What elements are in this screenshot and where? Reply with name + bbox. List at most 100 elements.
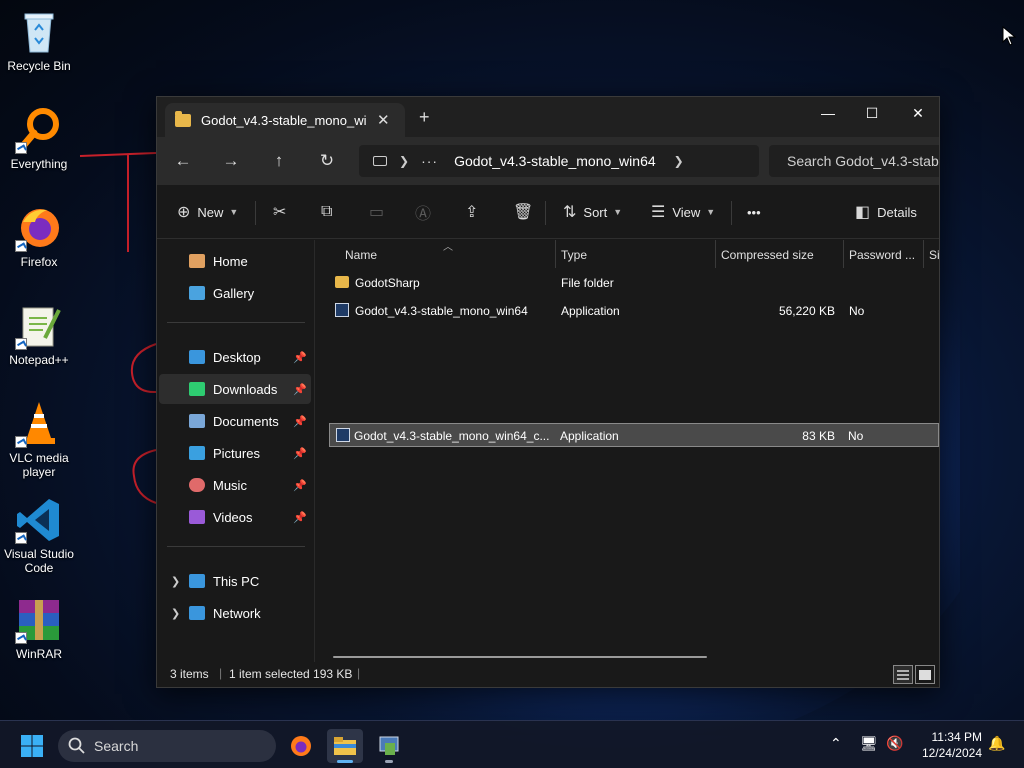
taskbar-app-button[interactable]: [371, 729, 407, 763]
sidebar-item-videos[interactable]: Videos 📌: [159, 502, 311, 532]
pin-icon[interactable]: 📌: [293, 511, 307, 524]
close-button[interactable]: ✕: [895, 97, 939, 129]
taskbar-firefox-button[interactable]: [283, 729, 319, 763]
item-count: 3 items: [170, 667, 209, 681]
desktop-icon-notepad[interactable]: Notepad++: [2, 302, 76, 367]
toolbar-divider: [731, 201, 732, 225]
column-divider[interactable]: [715, 240, 716, 268]
home-icon: [189, 254, 205, 268]
table-row[interactable]: GodotSharp File folder: [329, 271, 939, 295]
desktop-icon-label: Recycle Bin: [7, 59, 71, 73]
column-divider[interactable]: [843, 240, 844, 268]
sidebar-item-label: Network: [213, 605, 261, 621]
toolbar-divider: [255, 201, 256, 225]
sidebar-item-gallery[interactable]: Gallery: [159, 278, 311, 308]
file-list: Name ︿ Type Compressed size Password ...…: [315, 240, 939, 664]
shortcut-arrow-icon: [15, 632, 27, 644]
minimize-button[interactable]: —: [805, 97, 851, 129]
more-options-button[interactable]: •••: [747, 199, 761, 225]
tab-current-folder[interactable]: Godot_v4.3-stable_mono_win64 ✕: [165, 103, 405, 137]
details-view-button[interactable]: [893, 665, 913, 684]
taskbar-clock[interactable]: 11:34 PM 12/24/2024: [922, 729, 982, 761]
horizontal-scrollbar[interactable]: [333, 656, 707, 658]
file-type: Application: [560, 429, 619, 443]
column-header-name[interactable]: Name: [345, 248, 377, 262]
address-bar[interactable]: ❯ ··· Godot_v4.3-stable_mono_win64 ❯: [359, 145, 759, 177]
pin-icon[interactable]: 📌: [293, 415, 307, 428]
desktop-icon-everything[interactable]: Everything: [2, 106, 76, 171]
column-divider[interactable]: [923, 240, 924, 268]
start-button[interactable]: [14, 729, 50, 763]
pin-icon[interactable]: 📌: [293, 479, 307, 492]
refresh-icon[interactable]: ↻: [313, 147, 341, 175]
column-header-password[interactable]: Password ...: [849, 248, 915, 262]
new-tab-button[interactable]: +: [419, 108, 430, 126]
tab-close-icon[interactable]: ✕: [377, 111, 390, 129]
volume-muted-icon[interactable]: 🔇: [886, 735, 903, 752]
desktop-icon-firefox[interactable]: Firefox: [2, 204, 76, 269]
tiles-view-button[interactable]: [915, 665, 935, 684]
up-arrow-icon[interactable]: ↑: [265, 147, 293, 175]
details-pane-button[interactable]: ◧ Details: [855, 199, 917, 225]
taskbar-search-placeholder: Search: [94, 738, 139, 754]
application-icon: [336, 428, 350, 442]
sidebar-item-home[interactable]: Home: [159, 246, 311, 276]
chevron-right-icon[interactable]: ❯: [171, 607, 180, 620]
breadcrumb-overflow-button[interactable]: ···: [421, 153, 438, 169]
breadcrumb-current-folder[interactable]: Godot_v4.3-stable_mono_win64: [454, 153, 656, 169]
paste-button[interactable]: ▭: [369, 199, 391, 225]
sidebar-item-music[interactable]: Music 📌: [159, 470, 311, 500]
forward-arrow-icon[interactable]: →: [217, 147, 245, 175]
taskbar-file-explorer-button[interactable]: [327, 729, 363, 763]
delete-button[interactable]: 🗑: [513, 199, 540, 225]
chevron-right-icon[interactable]: ❯: [171, 575, 180, 588]
chevron-right-icon[interactable]: ❯: [674, 154, 684, 168]
chevron-down-icon: ▼: [706, 207, 716, 217]
network-status-icon[interactable]: 🖥: [860, 735, 878, 752]
new-button[interactable]: ⊕ New ▼: [177, 199, 238, 225]
sidebar-item-this-pc[interactable]: ❯ This PC: [159, 566, 311, 596]
pin-icon[interactable]: 📌: [293, 383, 307, 396]
table-row[interactable]: Godot_v4.3-stable_mono_win64 Application…: [329, 299, 939, 323]
column-headers: Name ︿ Type Compressed size Password ...…: [315, 240, 939, 268]
documents-icon: [189, 414, 205, 428]
desktop-icon-winrar[interactable]: WinRAR: [2, 596, 76, 661]
column-header-type[interactable]: Type: [561, 248, 587, 262]
maximize-button[interactable]: ☐: [849, 97, 895, 129]
pin-icon[interactable]: 📌: [293, 351, 307, 364]
column-divider[interactable]: [555, 240, 556, 268]
sidebar-item-pictures[interactable]: Pictures 📌: [159, 438, 311, 468]
sidebar-item-downloads[interactable]: Downloads 📌: [159, 374, 311, 404]
taskbar-search-input[interactable]: Search: [58, 730, 276, 762]
running-indicator: [385, 760, 393, 763]
sidebar-item-network[interactable]: ❯ Network: [159, 598, 311, 628]
back-arrow-icon[interactable]: ←: [169, 147, 197, 175]
rename-button[interactable]: Ⓐ: [415, 199, 438, 225]
desktop-icon-vlc[interactable]: VLC media player: [2, 400, 76, 479]
share-icon: ⇪: [465, 204, 479, 221]
copy-button[interactable]: ⧉: [321, 199, 339, 225]
navigation-pane: Home Gallery Desktop 📌 Downloads 📌 Docum…: [157, 240, 315, 664]
chevron-down-icon: ▼: [229, 207, 239, 217]
taskbar: Search ⌃ 🖥 🔇 11:34 PM 12/24/2024 🔔: [0, 720, 1024, 768]
column-header-compressed-size[interactable]: Compressed size: [721, 248, 814, 262]
sidebar-item-desktop[interactable]: Desktop 📌: [159, 342, 311, 372]
cut-button[interactable]: ✂: [273, 199, 293, 225]
desktop-icon-recycle-bin[interactable]: Recycle Bin: [2, 8, 76, 73]
search-input[interactable]: Search Godot_v4.3-stable_mono_win64: [769, 145, 939, 177]
notification-bell-icon[interactable]: 🔔: [988, 735, 1005, 752]
desktop-icon-vscode[interactable]: Visual Studio Code: [2, 496, 76, 575]
network-icon: [189, 606, 205, 620]
desktop-icon-label: WinRAR: [15, 647, 62, 661]
sort-button[interactable]: ⇅ Sort ▼: [563, 199, 622, 225]
column-header-size[interactable]: Si: [929, 248, 939, 262]
ink-annotation: [79, 152, 157, 504]
show-hidden-icons-chevron-icon[interactable]: ⌃: [830, 735, 842, 752]
pin-icon[interactable]: 📌: [293, 447, 307, 460]
share-button[interactable]: ⇪: [465, 199, 485, 225]
view-lines-icon: ☰: [651, 204, 666, 221]
view-button[interactable]: ☰ View ▼: [651, 199, 715, 225]
table-row-selected[interactable]: Godot_v4.3-stable_mono_win64_c... Applic…: [329, 423, 939, 447]
folder-icon: [334, 737, 356, 755]
sidebar-item-documents[interactable]: Documents 📌: [159, 406, 311, 436]
